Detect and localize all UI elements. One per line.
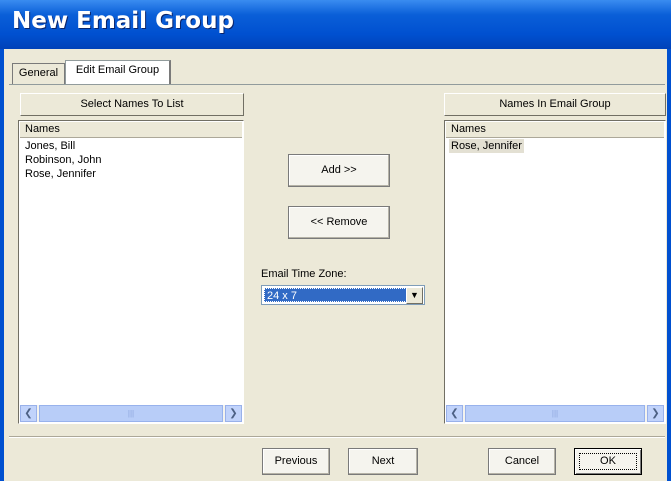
add-button[interactable]: Add >> xyxy=(288,154,390,187)
tab-general[interactable]: General xyxy=(12,63,65,84)
select-names-header-label: Select Names To List xyxy=(80,98,184,110)
chevron-left-icon[interactable]: ❮ xyxy=(20,405,37,422)
names-in-group-header: Names In Email Group xyxy=(444,93,666,116)
names-in-group-header-label: Names In Email Group xyxy=(499,98,611,110)
chevron-left-icon[interactable]: ❮ xyxy=(446,405,463,422)
window-frame-left xyxy=(0,49,4,481)
scrollbar-thumb[interactable]: ||| xyxy=(39,405,223,422)
names-column-header[interactable]: Names xyxy=(20,122,242,138)
chevron-down-icon[interactable]: ▼ xyxy=(406,287,423,304)
list-item[interactable]: Rose, Jennifer xyxy=(449,139,524,153)
list-item[interactable]: Rose, Jennifer xyxy=(23,167,103,181)
next-button-label: Next xyxy=(371,455,395,467)
available-names-list[interactable]: Names Jones, Bill Robinson, John Rose, J… xyxy=(18,120,244,424)
tab-edit-email-group[interactable]: Edit Email Group xyxy=(65,60,171,85)
tab-general-label: General xyxy=(18,67,59,79)
names-column-header[interactable]: Names xyxy=(446,122,664,138)
window-title: New Email Group xyxy=(12,8,234,34)
add-button-label: Add >> xyxy=(321,164,357,176)
select-names-header: Select Names To List xyxy=(20,93,244,116)
timezone-label: Email Time Zone: xyxy=(261,268,347,280)
chevron-right-icon[interactable]: ❯ xyxy=(647,405,664,422)
previous-button-label: Previous xyxy=(274,455,318,467)
group-members-list[interactable]: Names Rose, Jennifer ❮ ||| ❯ xyxy=(444,120,666,424)
window-frame-right xyxy=(667,49,671,481)
ok-button[interactable]: OK xyxy=(574,448,642,475)
previous-button[interactable]: Previous xyxy=(262,448,330,475)
chevron-right-icon[interactable]: ❯ xyxy=(225,405,242,422)
footer-separator xyxy=(9,436,665,438)
names-column-header-label: Names xyxy=(25,123,60,135)
tab-edit-email-group-label: Edit Email Group xyxy=(75,64,160,76)
list-item[interactable]: Robinson, John xyxy=(23,153,103,167)
list-item[interactable]: Jones, Bill xyxy=(23,139,103,153)
cancel-button-label: Cancel xyxy=(504,455,540,467)
horizontal-scrollbar[interactable]: ❮ ||| ❯ xyxy=(446,405,664,422)
remove-button[interactable]: << Remove xyxy=(288,206,390,239)
remove-button-label: << Remove xyxy=(310,216,368,228)
next-button[interactable]: Next xyxy=(348,448,418,475)
timezone-select-value: 24 x 7 xyxy=(264,288,413,302)
title-bar[interactable]: New Email Group xyxy=(0,0,671,49)
horizontal-scrollbar[interactable]: ❮ ||| ❯ xyxy=(20,405,242,422)
scrollbar-thumb[interactable]: ||| xyxy=(465,405,645,422)
names-column-header-label: Names xyxy=(451,123,486,135)
timezone-select[interactable]: 24 x 7 ▼ xyxy=(261,285,425,305)
focus-ring xyxy=(579,453,637,470)
cancel-button[interactable]: Cancel xyxy=(488,448,556,475)
